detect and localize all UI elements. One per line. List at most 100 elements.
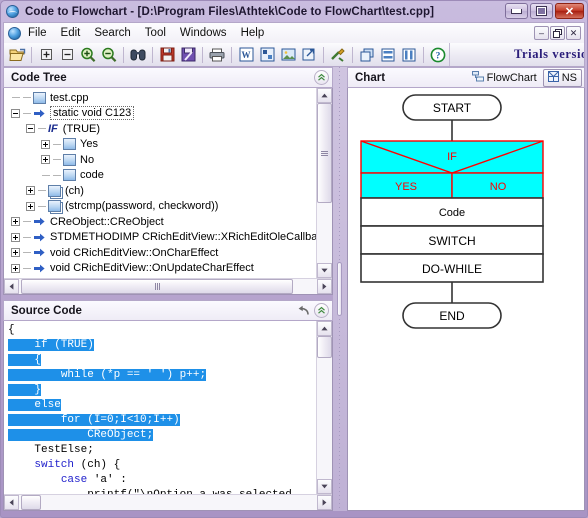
mdi-close-button[interactable]: ✕	[566, 26, 581, 40]
tree-item[interactable]: IF (TRUE)	[8, 121, 316, 137]
tree-item[interactable]: code	[8, 168, 316, 184]
panel-splitter[interactable]	[333, 67, 347, 511]
flowchart-node-code[interactable]: Code	[360, 197, 544, 227]
expand-all-button[interactable]	[36, 45, 56, 65]
code-tree-list[interactable]: test.cpp static void C123 IF (TRUE) Yes No cod…	[4, 88, 316, 278]
collapse-all-button[interactable]	[57, 45, 77, 65]
tree-item[interactable]: void CRichEditView::OnParaAlign	[8, 276, 316, 279]
flowchart-canvas[interactable]: START IF YES NO Code SWITCH DO-WHILE END	[347, 88, 585, 511]
expand-plus-icon[interactable]	[23, 201, 38, 211]
code-tree-hscrollbar[interactable]	[4, 278, 332, 294]
scroll-thumb[interactable]	[317, 336, 332, 358]
tree-item[interactable]: test.cpp	[8, 90, 316, 106]
menu-item-help[interactable]: Help	[234, 25, 272, 41]
tree-item[interactable]: (ch)	[8, 183, 316, 199]
code-line[interactable]: for (I=0;I<10;I++)	[8, 413, 316, 428]
flowchart-node-dowhile[interactable]: DO-WHILE	[360, 253, 544, 283]
save-button[interactable]	[157, 45, 177, 65]
tree-item[interactable]: void CRichEditView::OnCharEffect	[8, 245, 316, 261]
scroll-left-button[interactable]	[4, 495, 19, 510]
options-button[interactable]	[328, 45, 348, 65]
expand-plus-icon[interactable]	[23, 186, 38, 196]
expand-plus-icon[interactable]	[38, 139, 53, 149]
export-word-button[interactable]: W	[236, 45, 256, 65]
scroll-down-button[interactable]	[317, 263, 332, 278]
menu-item-search[interactable]: Search	[87, 25, 137, 41]
undo-arrow-icon[interactable]	[296, 303, 311, 318]
splitter-grip[interactable]	[337, 262, 342, 316]
expand-plus-icon[interactable]	[8, 263, 23, 273]
print-button[interactable]	[207, 45, 227, 65]
tab-ns[interactable]: NS	[542, 68, 582, 87]
scroll-down-button[interactable]	[317, 479, 332, 494]
open-file-button[interactable]	[7, 45, 27, 65]
code-line[interactable]: else	[8, 398, 316, 413]
code-line[interactable]: while (*p == ' ') p++;	[8, 368, 316, 383]
code-line[interactable]: case 'a' :	[8, 473, 316, 488]
code-line[interactable]: }	[8, 383, 316, 398]
mdi-minimize-button[interactable]: –	[534, 26, 549, 40]
flowchart-node-start[interactable]: START	[402, 94, 502, 121]
scroll-thumb[interactable]	[21, 279, 293, 294]
code-line[interactable]: TestElse;	[8, 443, 316, 458]
scroll-track[interactable]	[317, 103, 332, 263]
export-image-button[interactable]	[278, 45, 298, 65]
scroll-left-button[interactable]	[4, 279, 19, 294]
expand-plus-icon[interactable]	[8, 248, 23, 258]
tree-item[interactable]: static void C123	[8, 106, 316, 122]
source-vscrollbar[interactable]	[316, 321, 332, 494]
flowchart-node-no[interactable]: NO	[451, 172, 544, 199]
source-hscrollbar[interactable]	[4, 494, 332, 510]
export-link-button[interactable]	[299, 45, 319, 65]
code-line[interactable]: {	[8, 353, 316, 368]
menu-item-tool[interactable]: Tool	[138, 25, 173, 41]
scroll-thumb[interactable]	[317, 103, 332, 203]
flowchart-node-switch[interactable]: SWITCH	[360, 225, 544, 255]
code-line[interactable]: if (TRUE)	[8, 338, 316, 353]
collapse-minus-icon[interactable]	[23, 124, 38, 134]
mdi-restore-button[interactable]	[550, 26, 565, 40]
code-line[interactable]: printf("\nOption a was selected.	[8, 488, 316, 494]
source-code-text[interactable]: { if (TRUE) { while (*p == ' ') p++; } e…	[4, 321, 316, 494]
layout-rows-button[interactable]	[378, 45, 398, 65]
export-visio-button[interactable]	[257, 45, 277, 65]
maximize-button[interactable]	[530, 3, 553, 19]
expand-plus-icon[interactable]	[8, 217, 23, 227]
collapse-minus-icon[interactable]	[8, 108, 23, 118]
scroll-track[interactable]	[317, 336, 332, 479]
layout-tile-button[interactable]	[357, 45, 377, 65]
scroll-track[interactable]	[19, 279, 317, 294]
tree-item[interactable]: STDMETHODIMP CRichEditView::XRichEditOle…	[8, 230, 316, 246]
layout-columns-button[interactable]	[399, 45, 419, 65]
scroll-track[interactable]	[19, 495, 317, 510]
flowchart-node-if[interactable]: IF	[360, 140, 544, 174]
flowchart-node-yes[interactable]: YES	[360, 172, 453, 199]
scroll-right-button[interactable]	[317, 279, 332, 294]
code-line[interactable]: {	[8, 323, 316, 338]
save-as-button[interactable]	[178, 45, 198, 65]
flowchart-diagram[interactable]: START IF YES NO Code SWITCH DO-WHILE END	[348, 88, 574, 368]
zoom-in-button[interactable]	[78, 45, 98, 65]
chevrons-up-icon[interactable]	[314, 70, 329, 85]
menu-item-file[interactable]: File	[21, 25, 54, 41]
scroll-right-button[interactable]	[317, 495, 332, 510]
menu-item-windows[interactable]: Windows	[173, 25, 234, 41]
tree-item[interactable]: No	[8, 152, 316, 168]
tree-item[interactable]: Yes	[8, 137, 316, 153]
find-button[interactable]	[128, 45, 148, 65]
minimize-button[interactable]	[505, 3, 528, 19]
code-tree-vscrollbar[interactable]	[316, 88, 332, 278]
expand-plus-icon[interactable]	[8, 232, 23, 242]
code-line[interactable]: CReObject;	[8, 428, 316, 443]
chevrons-up-icon[interactable]	[314, 303, 329, 318]
tree-item[interactable]: (strcmp(password, checkword))	[8, 199, 316, 215]
close-button[interactable]: ✕	[555, 3, 584, 19]
scroll-up-button[interactable]	[317, 88, 332, 103]
tree-item[interactable]: void CRichEditView::OnUpdateCharEffect	[8, 261, 316, 277]
zoom-out-button[interactable]	[99, 45, 119, 65]
menu-item-edit[interactable]: Edit	[54, 25, 88, 41]
flowchart-node-end[interactable]: END	[402, 302, 502, 329]
scroll-thumb[interactable]	[21, 495, 41, 510]
scroll-up-button[interactable]	[317, 321, 332, 336]
code-line[interactable]: switch (ch) {	[8, 458, 316, 473]
